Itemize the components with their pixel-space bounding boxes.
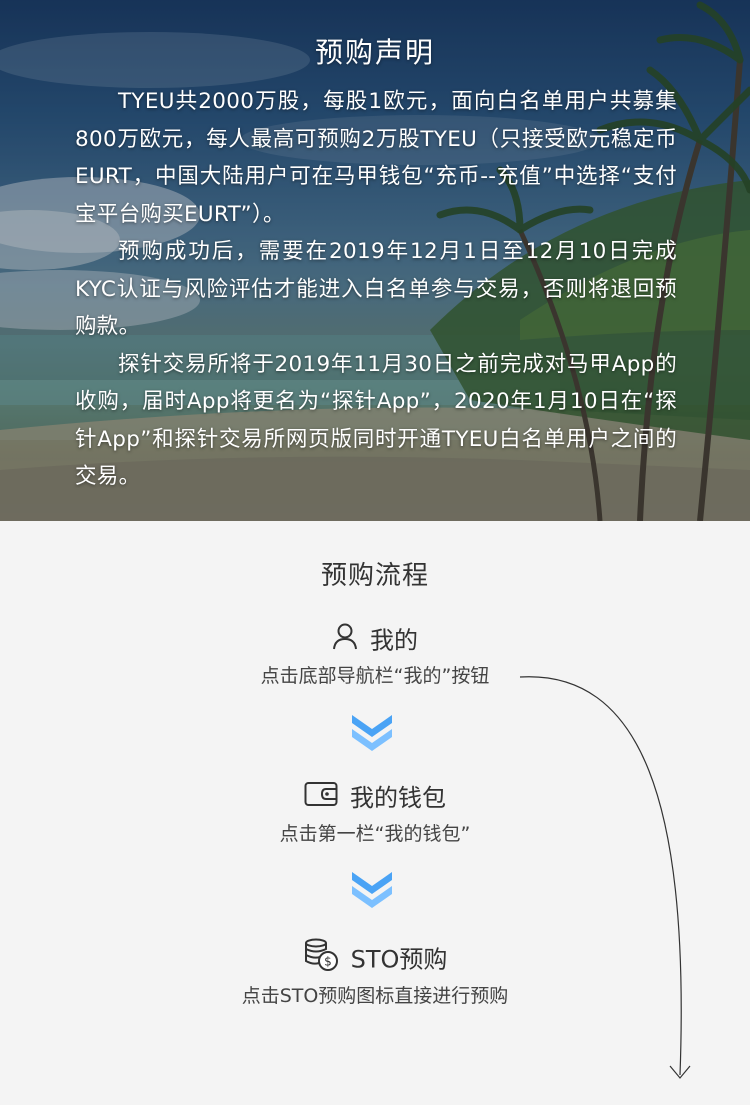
step-my-label: 我的 (370, 626, 418, 655)
step-my-desc: 点击底部导航栏“我的”按钮 (260, 665, 490, 687)
step-my-header[interactable]: 我的 (0, 622, 750, 659)
wallet-icon (304, 781, 338, 816)
step-wallet-label: 我的钱包 (350, 784, 446, 812)
statement-paragraph-2: 预购成功后，需要在2019年12月1日至12月10日完成KYC认证与风险评估才能… (75, 239, 677, 339)
statement-paragraph-3: 探针交易所将于2019年11月30日之前完成对马甲App的收购，届时App将更名… (75, 351, 677, 490)
chevron-down-icon (352, 872, 392, 908)
hero-banner: 预购声明 TYEU共2000万股，每股1欧元，面向白名单用户共募集800万欧元，… (0, 0, 750, 521)
process-title: 预购流程 (320, 561, 429, 591)
step-sto-desc: 点击STO预购图标直接进行预购 (241, 985, 509, 1007)
step-wallet-desc: 点击第一栏“我的钱包” (279, 823, 471, 845)
step-sto-header[interactable]: $ STO预购 (0, 938, 750, 981)
coins-icon: $ (303, 938, 339, 981)
step-sto-label: STO预购 (350, 945, 448, 974)
statement-paragraph-1: TYEU共2000万股，每股1欧元，面向白名单用户共募集800万欧元，每人最高可… (75, 89, 677, 227)
hero-title: 预购声明 (314, 36, 435, 69)
chevron-down-icon (352, 715, 392, 751)
svg-text:$: $ (324, 955, 332, 969)
hero-statement: TYEU共2000万股，每股1欧元，面向白名单用户共募集800万欧元，每人最高可… (75, 83, 677, 496)
user-icon (332, 622, 358, 659)
step-wallet-header[interactable]: 我的钱包 (0, 780, 750, 816)
